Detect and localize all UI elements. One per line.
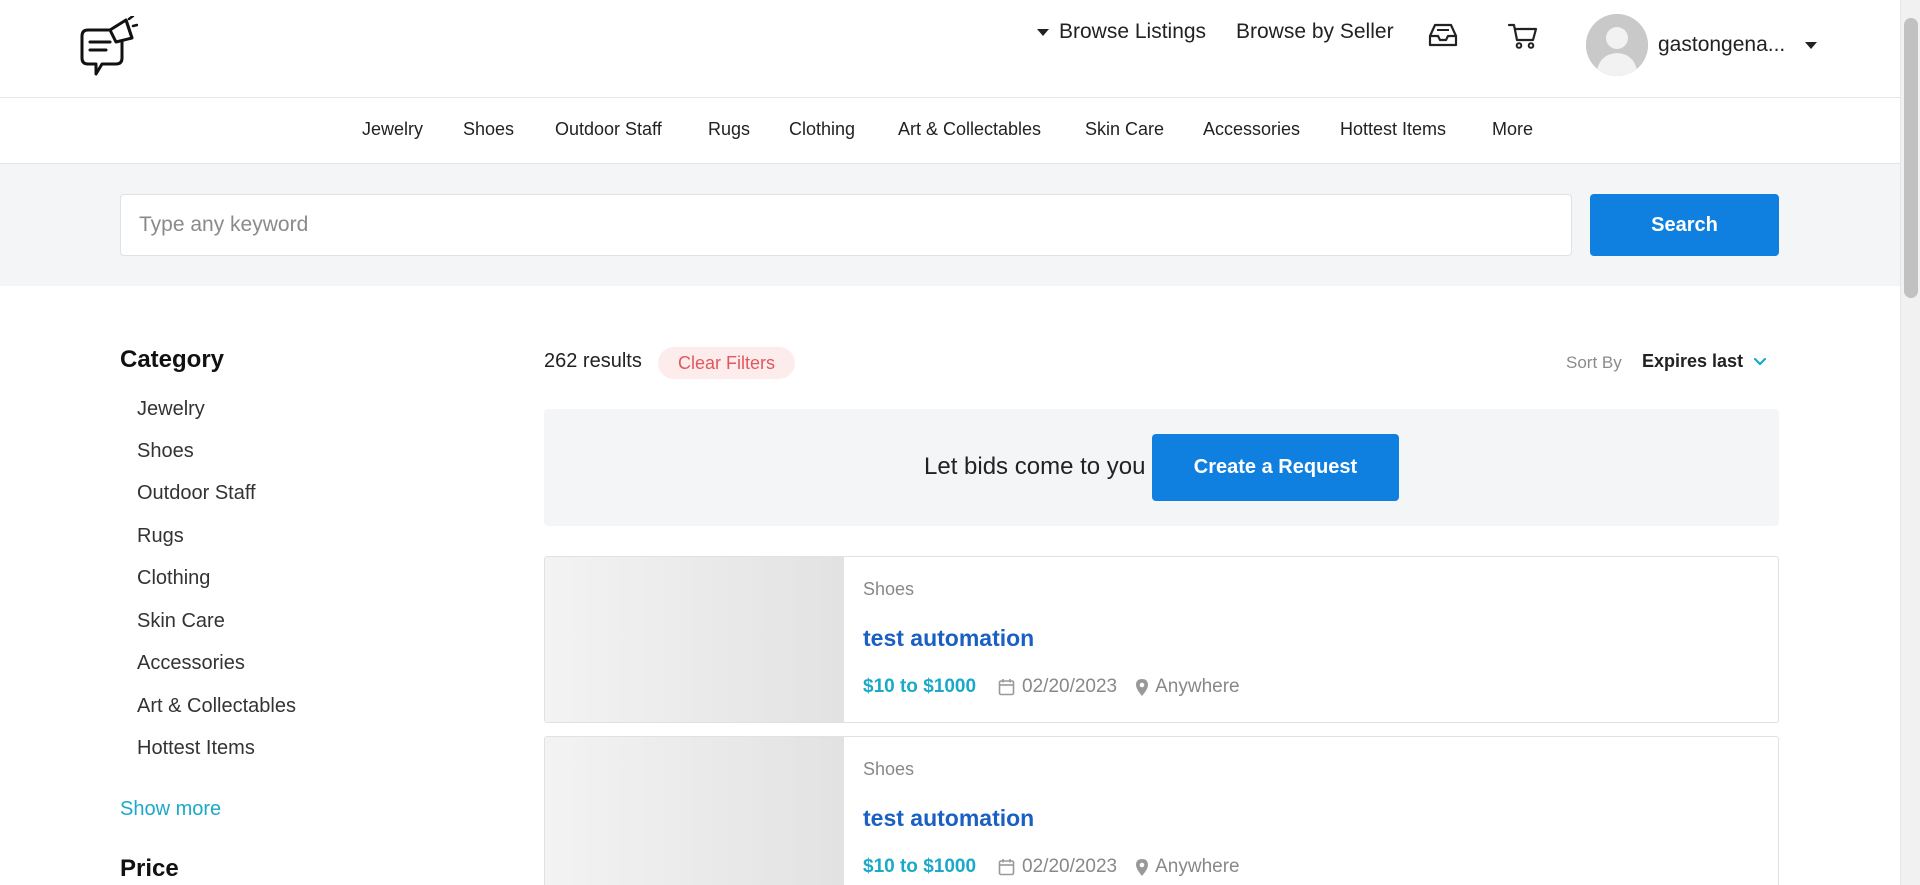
filter-item-hottest-items[interactable]: Hottest Items xyxy=(137,737,255,760)
listing-date-text: 02/20/2023 xyxy=(1022,676,1118,697)
category-filter-title: Category xyxy=(120,346,225,373)
username-label: gastongena... xyxy=(1658,33,1786,56)
nav-item-more[interactable]: More xyxy=(1492,119,1533,140)
category-nav: Jewelry Shoes Outdoor Staff Rugs Clothin… xyxy=(0,98,1900,164)
nav-item-jewelry[interactable]: Jewelry xyxy=(362,119,423,140)
location-pin-icon xyxy=(1136,678,1149,696)
listing-thumbnail[interactable] xyxy=(545,737,844,885)
listing-date-text: 02/20/2023 xyxy=(1022,856,1118,877)
listing-meta: $10 to $1000 02/20/2023 Anywhere xyxy=(863,676,1240,698)
listing-meta: $10 to $1000 02/20/2023 Anywhere xyxy=(863,856,1240,878)
nav-item-art-collectables[interactable]: Art & Collectables xyxy=(898,119,1041,140)
listing-date: 02/20/2023 xyxy=(998,856,1117,878)
scrollbar-thumb[interactable] xyxy=(1904,18,1918,298)
listing-thumbnail[interactable] xyxy=(545,557,844,722)
nav-item-outdoor-staff[interactable]: Outdoor Staff xyxy=(555,119,662,140)
nav-item-accessories[interactable]: Accessories xyxy=(1203,119,1300,140)
page-scrollbar[interactable] xyxy=(1900,0,1920,885)
filter-item-skin-care[interactable]: Skin Care xyxy=(137,610,225,633)
listing-card[interactable]: Shoes test automation $10 to $1000 02/20… xyxy=(544,556,1779,723)
filter-item-jewelry[interactable]: Jewelry xyxy=(137,398,205,421)
sort-value: Expires last xyxy=(1642,351,1744,371)
caret-down-icon xyxy=(1037,28,1049,36)
listing-price: $10 to $1000 xyxy=(863,676,977,697)
listing-card[interactable]: Shoes test automation $10 to $1000 02/20… xyxy=(544,736,1779,885)
sort-by-label: Sort By xyxy=(1566,353,1622,372)
listing-location: Anywhere xyxy=(1135,676,1240,698)
listing-location-text: Anywhere xyxy=(1155,676,1240,697)
calendar-icon xyxy=(998,679,1015,696)
listing-location-text: Anywhere xyxy=(1155,856,1240,877)
top-header: Browse Listings Browse by Seller gastong… xyxy=(0,0,1900,98)
page: Browse Listings Browse by Seller gastong… xyxy=(0,0,1900,885)
user-menu[interactable]: gastongena... xyxy=(1658,33,1818,57)
listing-date: 02/20/2023 xyxy=(998,676,1117,698)
cart-icon[interactable] xyxy=(1507,22,1539,50)
nav-item-shoes[interactable]: Shoes xyxy=(463,119,514,140)
search-band: Search xyxy=(0,164,1900,286)
results-count: 262 results xyxy=(544,350,642,372)
listing-title[interactable]: test automation xyxy=(863,805,1034,832)
location-pin-icon xyxy=(1136,858,1149,876)
listing-location: Anywhere xyxy=(1135,856,1240,878)
request-banner-text: Let bids come to you xyxy=(924,453,1146,480)
filter-item-clothing[interactable]: Clothing xyxy=(137,567,210,590)
filter-item-accessories[interactable]: Accessories xyxy=(137,652,245,675)
filter-item-art-collectables[interactable]: Art & Collectables xyxy=(137,695,296,718)
filter-item-shoes[interactable]: Shoes xyxy=(137,440,194,463)
filter-item-rugs[interactable]: Rugs xyxy=(137,525,184,548)
price-filter-title: Price xyxy=(120,855,179,882)
avatar[interactable] xyxy=(1586,14,1648,76)
sort-dropdown[interactable]: Expires last xyxy=(1642,351,1767,372)
caret-down-icon xyxy=(1805,41,1818,49)
listing-title[interactable]: test automation xyxy=(863,625,1034,652)
browse-listings-label: Browse Listings xyxy=(1059,20,1207,43)
create-request-button[interactable]: Create a Request xyxy=(1152,434,1399,501)
listing-category: Shoes xyxy=(863,759,915,779)
chevron-down-icon xyxy=(1753,357,1767,366)
logo-icon[interactable] xyxy=(76,14,139,82)
listing-price: $10 to $1000 xyxy=(863,856,977,877)
browse-listings-menu[interactable]: Browse Listings xyxy=(1037,20,1206,44)
calendar-icon xyxy=(998,859,1015,876)
nav-item-skin-care[interactable]: Skin Care xyxy=(1085,119,1164,140)
nav-item-rugs[interactable]: Rugs xyxy=(708,119,750,140)
search-button[interactable]: Search xyxy=(1590,194,1779,256)
nav-item-clothing[interactable]: Clothing xyxy=(789,119,855,140)
search-input[interactable] xyxy=(120,194,1572,256)
nav-item-hottest-items[interactable]: Hottest Items xyxy=(1340,119,1446,140)
show-more-link[interactable]: Show more xyxy=(120,798,221,821)
request-banner: Let bids come to you Create a Request xyxy=(544,409,1779,526)
browse-by-seller-link[interactable]: Browse by Seller xyxy=(1236,20,1394,44)
filter-item-outdoor-staff[interactable]: Outdoor Staff xyxy=(137,482,256,505)
inbox-icon[interactable] xyxy=(1427,22,1459,48)
listing-category: Shoes xyxy=(863,579,915,599)
clear-filters-button[interactable]: Clear Filters xyxy=(658,347,796,379)
